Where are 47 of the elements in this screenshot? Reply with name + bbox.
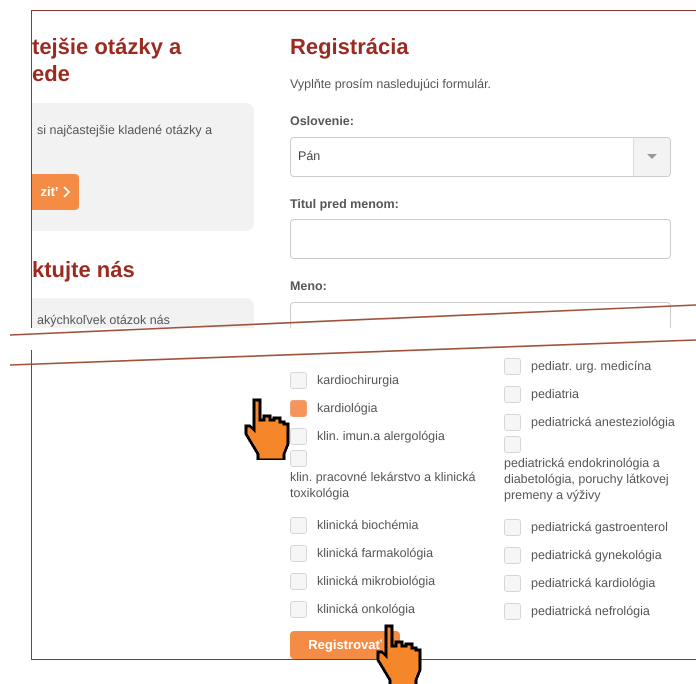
checkbox[interactable] [290,600,307,618]
checkbox-label: pediatria [531,386,579,403]
checkbox-label: pediatrická kardiológia [531,574,656,592]
checkbox[interactable] [504,414,521,430]
contact-heading: ktujte nás [32,256,136,284]
hand-cursor-icon [242,398,290,460]
select-field[interactable]: Pán [290,136,671,176]
faq-heading: tejšie otázky a ede [32,33,182,87]
checkbox[interactable] [504,386,521,402]
form-title: Registrácia [290,33,410,61]
checkbox-label: pediatrická nefrológia [531,602,650,620]
checkbox-label: klinická mikrobiológia [317,572,436,590]
field-label: Oslovenie: [290,112,355,130]
checkbox-label: pediatrická gynekológia [531,546,662,564]
checkbox-label: pediatrická gastroenterol [531,518,668,536]
checkbox[interactable] [504,546,521,564]
checkbox[interactable] [504,358,521,374]
dropdown-caret-icon [647,154,657,159]
checkbox[interactable] [504,602,521,620]
checkbox-label: kardiochirurgia [317,372,399,389]
checkbox-label: pediatr. urg. medicína [531,358,652,375]
field-label: Titul pred menom: [290,196,400,213]
chevron-right-icon [62,186,71,198]
checkbox-label: pediatrická endokrinológia a diabetológia, poruchy látkovej premeny a výživy [504,455,670,503]
checkbox[interactable] [504,574,521,592]
checkbox-label: klinická onkológia [317,600,415,618]
checkbox-label: klin. pracovné lekárstvo a klinická toxikológia [290,469,476,501]
field-label: Meno: [290,278,328,296]
checkbox[interactable] [290,544,307,562]
checkbox[interactable] [504,436,521,453]
checkbox-label: klin. imun.a alergológia [317,428,445,445]
checkbox[interactable] [290,450,307,467]
checkbox-label: pediatrická anesteziológia [531,414,675,431]
form-intro: Vyplňte prosím nasledujúci formulár. [290,76,492,93]
faq-text: si najčastejšie kladené otázky a [36,122,214,139]
checkbox[interactable] [504,518,521,536]
checkbox[interactable] [290,428,307,444]
checkbox[interactable] [290,572,307,590]
contact-text: akýchkoľvek otázok nás [36,313,170,327]
checkbox[interactable] [290,516,307,534]
checkbox-label: kardiológia [317,400,378,417]
checkbox-label: klinická biochémia [317,516,418,534]
checkbox-label: klinická farmakológia [317,544,434,562]
checkbox[interactable] [290,400,307,416]
checkbox[interactable] [290,372,307,388]
text-field[interactable] [290,219,671,260]
faq-button[interactable]: zit’ [32,174,79,210]
